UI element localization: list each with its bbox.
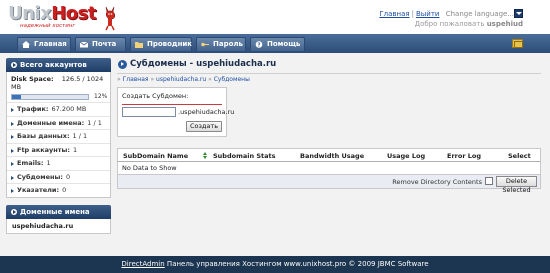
sidebar-accounts-header: Всего аккаунтов (6, 58, 111, 72)
stat-pointers[interactable]: Указатели: 0 (7, 183, 110, 197)
sidebar-accounts: Всего аккаунтов Disk Space: 126.5 / 1024… (6, 58, 111, 198)
sidebar-accounts-title: Всего аккаунтов (20, 61, 87, 69)
sidebar-domains: Доменные имена uspehiudacha.ru (6, 205, 111, 234)
table-header: SubDomain Name Subdomain Stats Bandwidth… (117, 148, 541, 162)
arrow-right-icon (11, 62, 17, 68)
title-divider (117, 73, 541, 74)
svg-text:?: ? (257, 43, 260, 48)
directadmin-link[interactable]: DirectAdmin (121, 260, 164, 268)
page-title: Субдомены - uspehiudacha.ru (117, 57, 541, 72)
form-divider (122, 104, 222, 105)
create-subdomain-form: Создать Субдомен: .uspehiudacha.ru Созда… (117, 87, 234, 137)
nav-item-label: Помощь (267, 40, 301, 48)
disk-space: Disk Space: 126.5 / 1024 MB 12% (7, 72, 110, 102)
footer-text: Панель управления Хостингом www.unixhost… (164, 260, 429, 268)
messages-icon[interactable] (512, 39, 523, 48)
column-bandwidth-usage: Bandwidth Usage (300, 152, 365, 160)
table-empty-row: No Data to Show (117, 162, 541, 175)
devil-mascot-icon (105, 6, 116, 31)
welcome-text: Добро пожаловать uspehiud (415, 20, 523, 28)
domain-suffix: .uspehiudacha.ru (178, 108, 235, 116)
column-usage-log: Usage Log (387, 152, 426, 160)
logout-link[interactable]: Выйти (416, 10, 440, 18)
nav-item-label: Пароль (213, 40, 243, 48)
delete-selected-button[interactable]: Delete Selected (496, 176, 537, 194)
breadcrumb-home[interactable]: Главная (123, 76, 149, 83)
key-icon (201, 42, 209, 47)
sort-icon[interactable] (203, 152, 208, 160)
arrow-circle-icon (118, 60, 127, 69)
sidebar-accounts-box: Disk Space: 126.5 / 1024 MB 12% Трафик: 6… (6, 72, 111, 198)
create-button[interactable]: Создать (186, 121, 222, 132)
footer: DirectAdmin Панель управления Хостингом … (0, 256, 550, 273)
breadcrumb-domain[interactable]: uspehiudacha.ru (156, 76, 206, 83)
remove-directory-label: Remove Directory Contents (392, 178, 482, 186)
column-subdomain-name[interactable]: SubDomain Name (123, 152, 188, 160)
main-area: Всего аккаунтов Disk Space: 126.5 / 1024… (0, 53, 550, 256)
language-select-label[interactable]: Change language... (446, 10, 514, 18)
domain-link[interactable]: uspehiudacha.ru (6, 219, 111, 234)
subdomain-name-input[interactable] (122, 107, 176, 117)
column-select: Select (508, 152, 531, 160)
main-nav: Главная Почта Проводник Пароль ? Помощь (0, 34, 550, 53)
header: UnixHost надежный хостинг Главная | Выйти … (0, 0, 550, 34)
stat-databases[interactable]: Базы данных: 1 / 1 (7, 129, 110, 143)
sidebar-domains-header: Доменные имена (6, 205, 111, 219)
disk-usage-bar: 12% (11, 93, 108, 100)
username: uspehiud (486, 20, 523, 28)
stat-ftp[interactable]: Ftp аккаунты: 1 (7, 142, 110, 157)
top-links-separator: | (411, 10, 414, 18)
sidebar-domains-title: Доменные имена (20, 208, 90, 216)
stat-subdomains[interactable]: Субдомены: 0 (7, 169, 110, 184)
logo-tagline: надежный хостинг (20, 23, 76, 29)
stat-traffic[interactable]: Трафик: 67.200 MB (7, 102, 110, 116)
stat-emails[interactable]: Emails: 1 (7, 156, 110, 170)
nav-item-label: Проводник (147, 40, 193, 48)
breadcrumb: » Главная » uspehiudacha.ru » Субдомены (117, 76, 250, 83)
column-error-log: Error Log (447, 152, 482, 160)
nav-item-home[interactable]: Главная (17, 37, 71, 51)
disk-usage-percent: 12% (94, 93, 108, 100)
logo-text-host: Host (51, 3, 96, 24)
home-link[interactable]: Главная (379, 10, 409, 18)
help-icon: ? (255, 41, 263, 48)
arrow-right-icon (11, 209, 17, 215)
top-links: Главная | Выйти Change language... (379, 10, 514, 18)
mail-icon (80, 41, 88, 48)
breadcrumb-subdomains[interactable]: Субдомены (214, 76, 250, 83)
nav-item-label: Главная (34, 40, 67, 48)
logo[interactable]: UnixHost надежный хостинг (8, 3, 118, 31)
nav-item-mail[interactable]: Почта (75, 37, 126, 51)
create-subdomain-label: Создать Субдомен: (122, 92, 189, 100)
language-dropdown-button[interactable] (514, 9, 523, 18)
column-subdomain-stats: Subdomain Stats (213, 152, 276, 160)
home-icon (22, 41, 30, 48)
remove-directory-checkbox[interactable] (485, 177, 493, 185)
nav-item-file-manager[interactable]: Проводник (130, 37, 192, 51)
logo-text-unix: Unix (8, 3, 52, 24)
nav-item-help[interactable]: ? Помощь (250, 37, 305, 51)
content: Субдомены - uspehiudacha.ru » Главная » … (117, 57, 541, 194)
disk-usage-fill (12, 95, 22, 99)
stat-domains[interactable]: Доменные имена: 1 / 1 (7, 115, 110, 130)
nav-item-password[interactable]: Пароль (196, 37, 246, 51)
subdomains-table: SubDomain Name Subdomain Stats Bandwidth… (117, 148, 541, 194)
disk-space-label: Disk Space: (11, 75, 54, 83)
folder-icon (135, 42, 143, 48)
table-footer: Remove Directory Contents Delete Selecte… (117, 175, 541, 194)
welcome-prefix: Добро пожаловать (414, 20, 485, 28)
nav-item-label: Почта (92, 40, 117, 48)
